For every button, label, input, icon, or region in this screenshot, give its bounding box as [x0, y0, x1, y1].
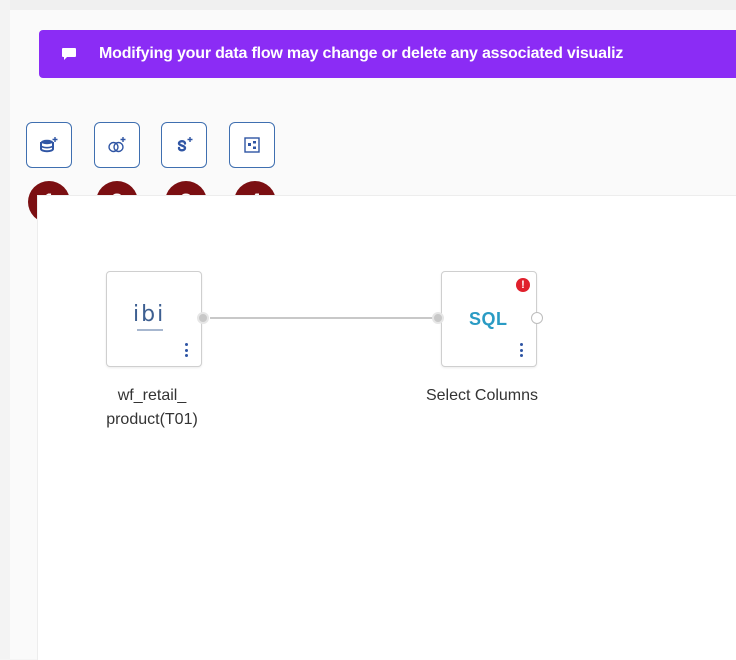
left-strip — [0, 0, 10, 659]
add-sql-icon — [177, 137, 193, 152]
message-icon — [62, 48, 76, 60]
sql-node-input-port[interactable] — [432, 312, 444, 324]
error-icon[interactable]: ! — [516, 278, 530, 292]
source-node-menu-icon[interactable] — [184, 343, 188, 357]
sql-node-label: Select Columns — [425, 387, 539, 404]
warning-banner: Modifying your data flow may change or d… — [39, 30, 736, 78]
add-source-button[interactable] — [26, 122, 72, 168]
ibi-logo: ibi — [133, 302, 166, 327]
sql-node-icon-text: SQL — [469, 309, 508, 329]
node-connector-line[interactable] — [210, 317, 438, 319]
source-node[interactable]: ibi — [106, 271, 202, 367]
auto-arrange-icon — [244, 137, 260, 153]
add-sql-button[interactable] — [161, 122, 207, 168]
warning-banner-text: Modifying your data flow may change or d… — [99, 45, 624, 62]
add-join-icon — [108, 137, 126, 153]
source-node-label-line1: wf_retail_ — [117, 387, 187, 404]
sql-node[interactable]: ! SQL — [441, 271, 537, 367]
add-source-icon — [40, 137, 58, 153]
auto-arrange-button[interactable] — [229, 122, 275, 168]
sql-node-menu-icon[interactable] — [519, 343, 523, 357]
sql-node-output-port[interactable] — [531, 312, 543, 324]
source-node-output-port[interactable] — [197, 312, 209, 324]
add-join-button[interactable] — [94, 122, 140, 168]
source-node-label-line2: product(T01) — [106, 411, 198, 428]
window-top-strip — [0, 0, 736, 10]
source-node-label: wf_retail_ product(T01) — [60, 384, 244, 432]
ibi-logo-underline — [137, 329, 163, 331]
